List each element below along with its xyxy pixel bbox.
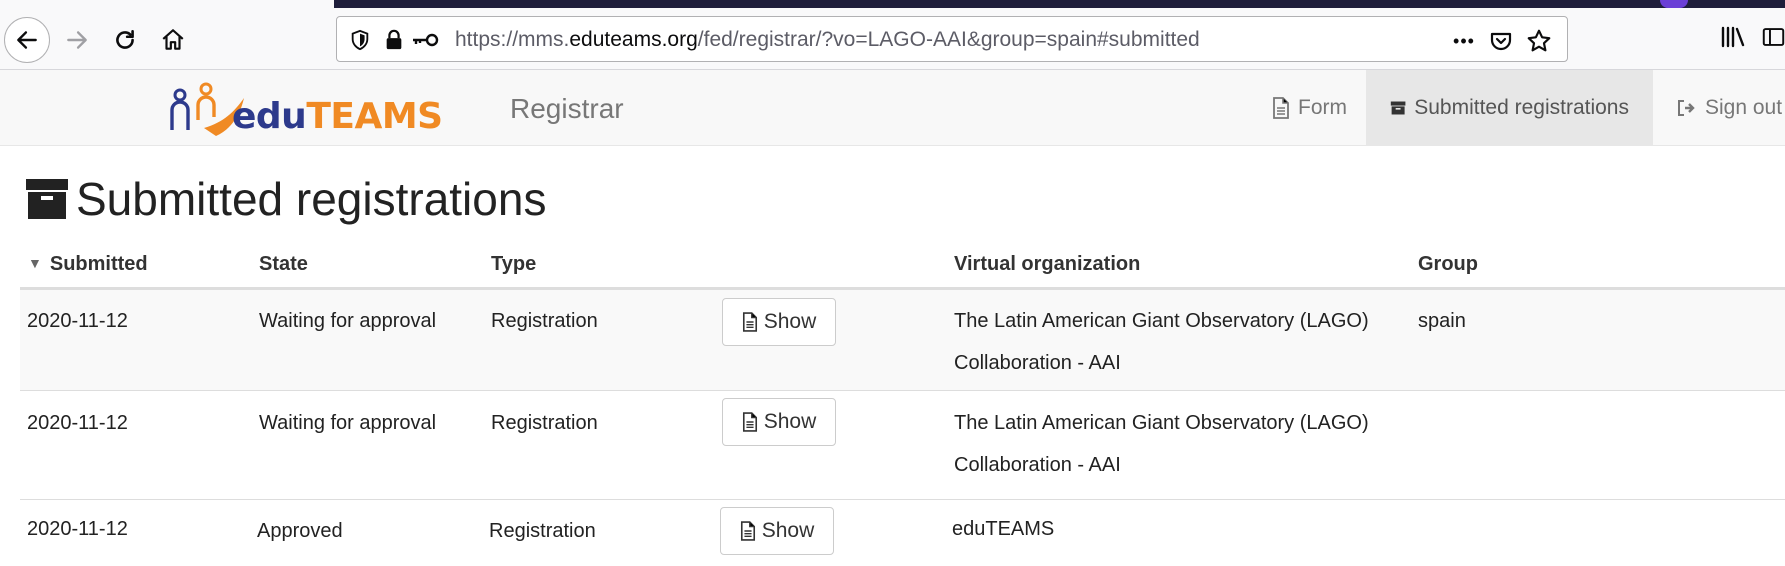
address-bar[interactable]: https://mms.eduteams.org/fed/registrar/?…: [336, 16, 1568, 62]
file-text-icon: [740, 521, 755, 541]
lock-icon[interactable]: [381, 27, 407, 53]
archive-icon: [1390, 101, 1406, 115]
sidebar-icon[interactable]: [1762, 22, 1785, 52]
cell-vo-line2: Collaboration - AAI: [954, 454, 1121, 476]
cell-state: Waiting for approval: [259, 310, 437, 332]
column-header-type[interactable]: Type: [491, 253, 536, 276]
cell-vo-line1: The Latin American Giant Observatory (LA…: [954, 412, 1369, 434]
table-row: 2020-11-12 Approved Registration Show ed…: [20, 499, 1785, 566]
file-text-icon: [742, 312, 757, 332]
cell-state: Approved: [257, 520, 343, 542]
reload-button[interactable]: [104, 19, 146, 61]
column-header-submitted[interactable]: ▼ Submitted: [28, 253, 148, 276]
page-title-text: Submitted registrations: [76, 173, 547, 225]
tab-strip: [334, 0, 1785, 8]
back-button[interactable]: [4, 17, 50, 63]
nav-form[interactable]: Form: [1248, 70, 1371, 146]
table-row: 2020-11-12 Waiting for approval Registra…: [20, 390, 1785, 499]
cell-submitted: 2020-11-12: [27, 310, 128, 332]
forward-button[interactable]: [56, 19, 98, 61]
pocket-icon[interactable]: [1487, 27, 1515, 55]
forward-arrow-icon: [67, 31, 87, 49]
file-text-icon: [742, 412, 757, 432]
page-title: Submitted registrations: [26, 172, 546, 226]
key-icon[interactable]: [409, 27, 441, 53]
show-button[interactable]: Show: [722, 398, 836, 446]
sign-out-icon: [1678, 100, 1695, 116]
show-button[interactable]: Show: [720, 507, 834, 555]
star-icon[interactable]: [1525, 27, 1553, 55]
brand-registrar[interactable]: Registrar: [510, 93, 624, 125]
column-header-state[interactable]: State: [259, 253, 308, 276]
cell-vo-line1: The Latin American Giant Observatory (LA…: [954, 310, 1369, 332]
cell-submitted: 2020-11-12: [27, 518, 128, 540]
back-arrow-icon: [17, 31, 37, 49]
home-icon: [162, 29, 184, 50]
cell-state: Waiting for approval: [259, 412, 437, 434]
nav-submitted-label: Submitted registrations: [1414, 96, 1629, 119]
cell-type: Registration: [491, 412, 598, 434]
cell-submitted: 2020-11-12: [27, 412, 128, 434]
nav-submitted-registrations[interactable]: Submitted registrations: [1366, 70, 1653, 146]
home-button[interactable]: [152, 19, 194, 61]
nav-form-label: Form: [1298, 96, 1347, 119]
eduteams-logo[interactable]: eduTEAMS: [168, 80, 443, 142]
sort-desc-icon: ▼: [28, 255, 42, 271]
shield-icon[interactable]: [347, 27, 373, 53]
column-header-group[interactable]: Group: [1418, 253, 1478, 276]
account-avatar[interactable]: [1660, 0, 1688, 8]
cell-vo-line2: Collaboration - AAI: [954, 352, 1121, 374]
cell-vo-line1: eduTEAMS: [952, 518, 1055, 540]
show-button[interactable]: Show: [722, 298, 836, 346]
cell-type: Registration: [491, 310, 598, 332]
logo-text: eduTEAMS: [232, 96, 443, 137]
file-text-icon: [1273, 97, 1289, 119]
nav-sign-out[interactable]: Sign out: [1653, 70, 1785, 146]
more-dots-icon[interactable]: •••: [1450, 27, 1478, 55]
url-text[interactable]: https://mms.eduteams.org/fed/registrar/?…: [455, 28, 1200, 52]
cell-type: Registration: [489, 520, 596, 542]
table-row: 2020-11-12 Waiting for approval Registra…: [20, 289, 1785, 390]
cell-group: spain: [1418, 310, 1466, 332]
reload-icon: [116, 30, 134, 49]
browser-toolbar: https://mms.eduteams.org/fed/registrar/?…: [0, 0, 1785, 70]
library-icon[interactable]: [1718, 22, 1748, 52]
archive-icon: [26, 179, 68, 219]
column-header-vo[interactable]: Virtual organization: [954, 253, 1140, 276]
nav-sign-out-label: Sign out: [1705, 96, 1783, 119]
